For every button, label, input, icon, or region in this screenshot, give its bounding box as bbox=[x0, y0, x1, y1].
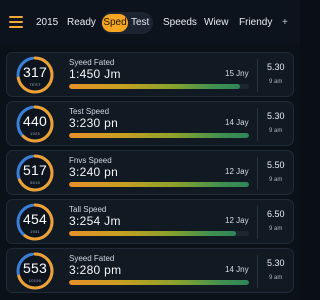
side-value: 6.50 bbox=[267, 209, 285, 219]
card-date: 12 Jay bbox=[225, 167, 249, 176]
side-unit: 9 am bbox=[269, 226, 283, 232]
card-label: Syeed Fated bbox=[69, 254, 115, 263]
tab-group-sped-test: Sped Test bbox=[101, 12, 153, 34]
card-date: 14 Jny bbox=[225, 265, 249, 274]
card-date: 12 Jay bbox=[225, 216, 249, 225]
gauge-value: 553 bbox=[23, 260, 47, 276]
tab-speeds[interactable]: Speeds bbox=[163, 13, 197, 33]
speed-gauge: 454 1931 bbox=[15, 202, 55, 242]
gauge-value: 454 bbox=[23, 211, 47, 227]
speed-progress-bar bbox=[69, 182, 249, 187]
gauge-sub-label: TEST bbox=[29, 82, 41, 87]
gauge-sub-label: 1931 bbox=[29, 229, 41, 234]
more-tabs-icon[interactable]: + bbox=[282, 13, 288, 33]
card-label: Tall Speed bbox=[69, 205, 107, 214]
card-divider bbox=[257, 59, 258, 92]
card-divider bbox=[257, 157, 258, 190]
speed-gauge: 440 1925 bbox=[15, 104, 55, 144]
card-date: 14 Jay bbox=[225, 118, 249, 127]
side-value: 5.30 bbox=[267, 62, 285, 72]
side-value: 5.30 bbox=[267, 258, 285, 268]
speed-progress-fill bbox=[69, 182, 249, 187]
gauge-sub-label: 10190 bbox=[28, 278, 42, 283]
gauge-value: 317 bbox=[23, 64, 47, 80]
speed-progress-fill bbox=[69, 231, 237, 236]
speed-progress-fill bbox=[69, 133, 249, 138]
speed-progress-bar bbox=[69, 280, 249, 285]
card-label: Fnvs Speed bbox=[69, 156, 112, 165]
side-unit: 9 am bbox=[269, 177, 283, 183]
side-unit: 9 am bbox=[269, 128, 283, 134]
side-value: 5.30 bbox=[267, 111, 285, 121]
speed-result-card[interactable]: 553 10190 Syeed Fated 3:280 pm 14 Jny 5.… bbox=[6, 248, 294, 293]
speed-progress-bar bbox=[69, 133, 249, 138]
hamburger-menu-icon[interactable] bbox=[9, 16, 23, 28]
card-label: Test Speed bbox=[69, 107, 110, 116]
tab-test[interactable]: Test bbox=[131, 12, 149, 34]
speed-result-card[interactable]: 454 1931 Tall Speed 3:254 Jm 12 Jay 6.50… bbox=[6, 199, 294, 244]
card-divider bbox=[257, 255, 258, 288]
gauge-sub-label: 5615 bbox=[29, 180, 41, 185]
gauge-value: 440 bbox=[23, 113, 47, 129]
tab-friendly[interactable]: Friendy bbox=[239, 13, 272, 33]
card-time: 3:280 pm bbox=[69, 263, 122, 277]
card-time: 1:450 Jm bbox=[69, 67, 121, 81]
card-time: 3:240 pn bbox=[69, 165, 119, 179]
card-time: 3:230 pn bbox=[69, 116, 119, 130]
speed-result-card[interactable]: 517 5615 Fnvs Speed 3:240 pn 12 Jay 5.50… bbox=[6, 150, 294, 195]
tab-sped-active[interactable]: Sped bbox=[102, 14, 128, 32]
tab-2015[interactable]: 2015 bbox=[36, 13, 58, 33]
card-date: 15 Jny bbox=[225, 69, 249, 78]
speed-gauge: 517 5615 bbox=[15, 153, 55, 193]
speed-gauge: 553 10190 bbox=[15, 251, 55, 291]
speed-progress-bar bbox=[69, 231, 249, 236]
speed-gauge: 317 TEST bbox=[15, 55, 55, 95]
card-time: 3:254 Jm bbox=[69, 214, 121, 228]
side-value: 5.50 bbox=[267, 160, 285, 170]
side-unit: 9 am bbox=[269, 275, 283, 281]
gauge-value: 517 bbox=[23, 162, 47, 178]
top-navigation-bar: 2015 Ready Sped Test Speeds Wiew Friendy… bbox=[0, 0, 300, 44]
card-divider bbox=[257, 206, 258, 239]
speed-result-card[interactable]: 317 TEST Syeed Fated 1:450 Jm 15 Jny 5.3… bbox=[6, 52, 294, 97]
speed-progress-bar bbox=[69, 84, 249, 89]
speed-result-card[interactable]: 440 1925 Test Speed 3:230 pn 14 Jay 5.30… bbox=[6, 101, 294, 146]
tab-view[interactable]: Wiew bbox=[204, 13, 228, 33]
card-label: Syeed Fated bbox=[69, 58, 115, 67]
side-unit: 9 am bbox=[269, 79, 283, 85]
speed-progress-fill bbox=[69, 280, 249, 285]
card-divider bbox=[257, 108, 258, 141]
speed-test-app: 2015 Ready Sped Test Speeds Wiew Friendy… bbox=[0, 0, 300, 300]
tab-ready[interactable]: Ready bbox=[67, 13, 96, 33]
gauge-sub-label: 1925 bbox=[29, 131, 41, 136]
speed-progress-fill bbox=[69, 84, 240, 89]
